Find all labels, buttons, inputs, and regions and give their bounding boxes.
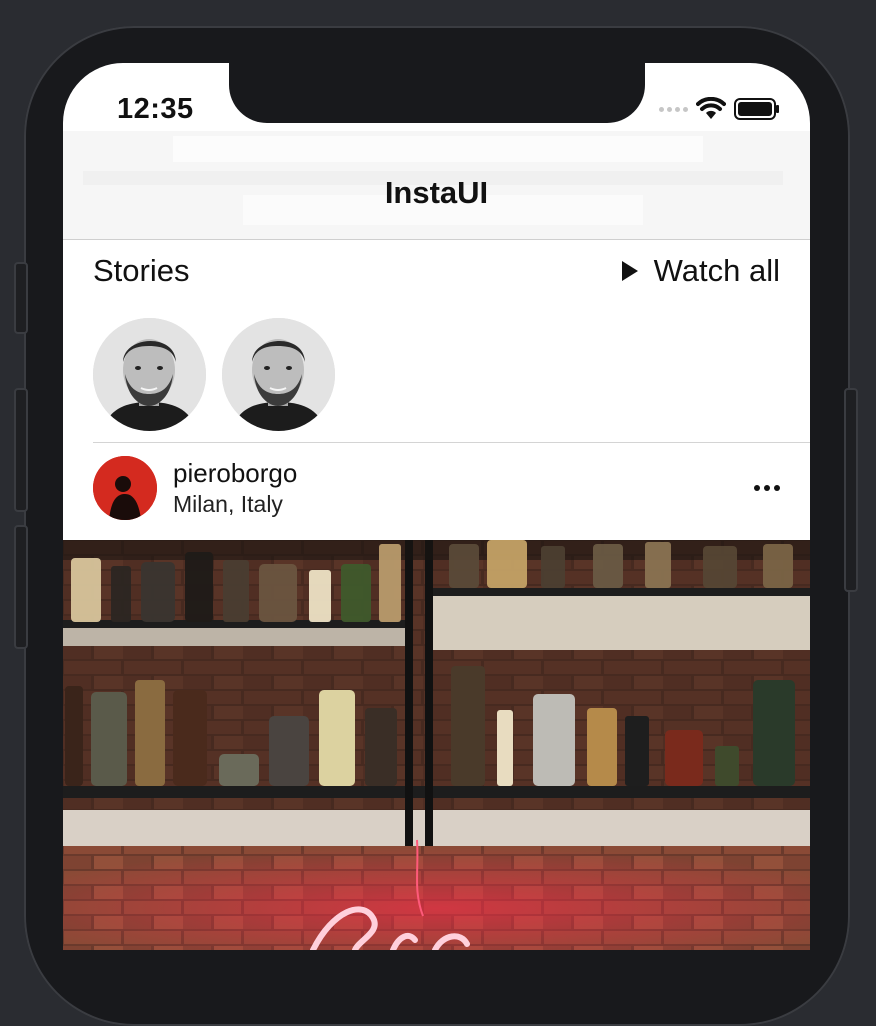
volume-down-button: [14, 525, 28, 649]
post-image[interactable]: [63, 540, 810, 950]
story-avatar[interactable]: [93, 318, 206, 431]
volume-up-button: [14, 388, 28, 512]
post-username[interactable]: pieroborgo: [173, 458, 297, 489]
page-title: InstaUI: [384, 175, 489, 210]
notch: [229, 63, 645, 123]
watch-all-button[interactable]: Watch all: [621, 253, 780, 289]
ellipsis-icon[interactable]: [754, 485, 780, 491]
status-icons: [659, 97, 780, 121]
silent-switch: [14, 262, 28, 334]
signal-icon: [659, 106, 688, 112]
play-icon: [621, 261, 638, 281]
watch-all-label: Watch all: [653, 253, 780, 288]
person-avatar-icon: [93, 318, 206, 431]
divider: [93, 442, 810, 443]
person-avatar-icon: [222, 318, 335, 431]
shelves-neon-photo-icon: [63, 540, 810, 950]
stories-header: Stories Watch all: [93, 251, 780, 291]
battery-icon: [734, 98, 779, 120]
post-header: pieroborgo Milan, Italy: [93, 455, 780, 521]
story-avatar[interactable]: [222, 318, 335, 431]
status-time: 12:35: [117, 93, 194, 125]
post-names: pieroborgo Milan, Italy: [173, 458, 297, 518]
stories-row: [93, 318, 335, 431]
power-button: [844, 388, 858, 592]
person-silhouette-icon: [93, 456, 157, 520]
stories-label: Stories: [93, 253, 190, 288]
post-avatar[interactable]: [93, 456, 157, 520]
screen: 12:35 InstaUI Stories Watch all pierobor…: [63, 63, 810, 950]
post-location[interactable]: Milan, Italy: [173, 491, 297, 518]
wifi-icon: [696, 97, 726, 119]
